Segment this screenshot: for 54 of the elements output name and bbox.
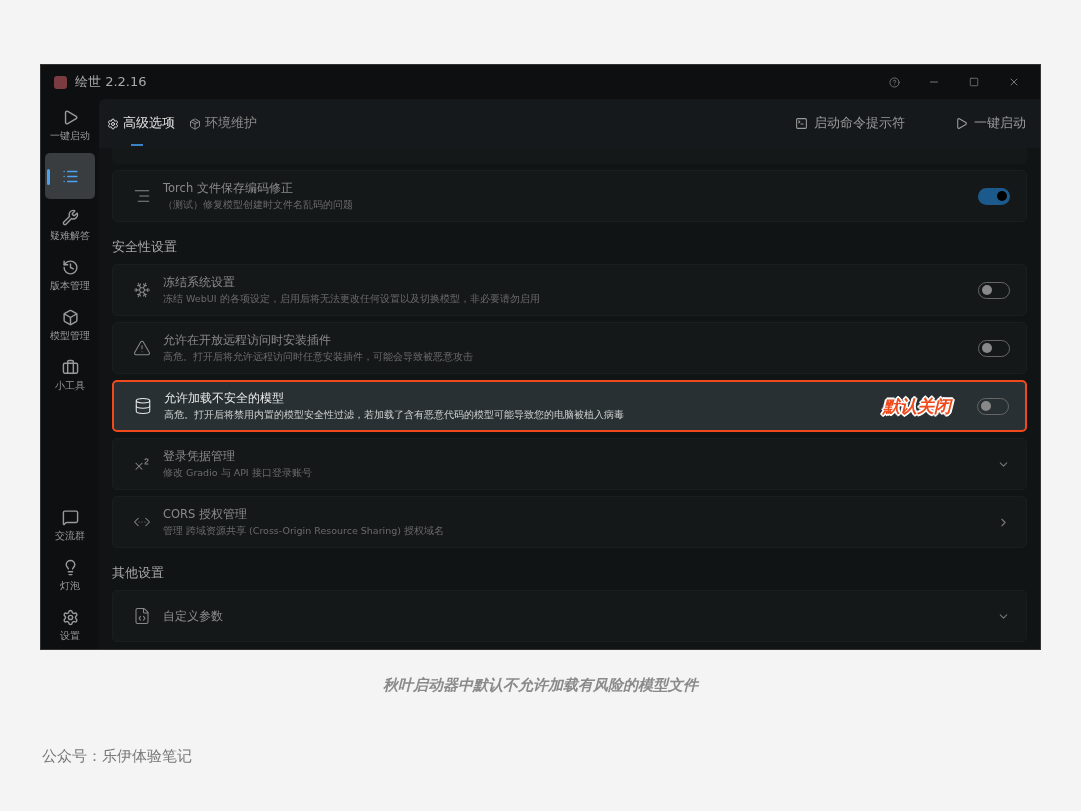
header-action-button[interactable]: 启动命令提示符 (789, 114, 911, 133)
warning-icon (133, 339, 151, 357)
selection-indicator (47, 169, 50, 185)
setting-title: CORS 授权管理 (163, 506, 249, 522)
tab-icon (189, 117, 201, 130)
play-icon (955, 117, 968, 130)
sidebar-item[interactable]: 版本管理 (45, 253, 95, 299)
nav-icon (61, 609, 79, 626)
sidebar-item[interactable]: 交流群 (45, 503, 95, 549)
setting-description: （测试）修复模型创建时文件名乱码的问题 (163, 198, 354, 212)
close-icon[interactable] (1008, 76, 1020, 88)
nav-icon (61, 359, 79, 376)
sidebar-item[interactable]: 小工具 (45, 353, 95, 399)
header-tab[interactable]: 环境维护 (189, 99, 257, 148)
sidebar-item[interactable]: 模型管理 (45, 303, 95, 349)
section-heading: 其他设置 (112, 564, 165, 582)
sidebar-item[interactable] (45, 153, 95, 199)
code-file-icon (133, 607, 151, 625)
setting-description: 高危。打开后将允许远程访问时任意安装插件，可能会导致被恶意攻击 (163, 350, 474, 364)
maximize-icon[interactable] (969, 77, 979, 87)
window-title: 绘世 2.2.16 (75, 73, 148, 91)
nav-icon (61, 509, 79, 526)
toggle-switch[interactable] (978, 187, 1010, 205)
setting-description: 修改 Gradio 与 API 接口登录账号 (163, 466, 313, 480)
figure-caption: 秋叶启动器中默认不允许加载有风险的模型文件 (383, 676, 698, 695)
setting-title: 允许加载不安全的模型 (164, 390, 285, 406)
annotation-label: 默认关闭 (883, 394, 951, 418)
nav-icon (61, 209, 79, 226)
superscript-icon (133, 455, 151, 473)
setting-description: 高危。打开后将禁用内置的模型安全性过滤，若加载了含有恶意代码的模型可能导致您的电脑被植入病毒 (164, 408, 625, 422)
nav-icon (61, 309, 79, 326)
sidebar-item[interactable]: 一键启动 (45, 103, 95, 149)
setting-title: 登录凭据管理 (163, 448, 236, 464)
setting-title: Torch 文件保存编码修正 (163, 180, 294, 196)
setting-title: 冻结系统设置 (163, 274, 236, 290)
database-warning-icon (134, 397, 152, 415)
setting-title: 允许在开放远程访问时安装插件 (163, 332, 332, 348)
header-tab[interactable]: 高级选项 (107, 99, 175, 148)
tab-icon (107, 117, 119, 130)
setting-description: 管理 跨域资源共享 (Cross-Origin Resource Sharing) 授权域名 (163, 524, 445, 538)
header-action-button[interactable]: 一键启动 (949, 114, 1032, 133)
help-icon[interactable] (888, 76, 900, 88)
app-logo-icon (54, 75, 67, 89)
text-lines-icon (133, 187, 151, 205)
setting-title: 自定义参数 (163, 608, 224, 624)
sidebar-item[interactable]: 疑难解答 (45, 203, 95, 249)
nav-icon (61, 259, 79, 276)
sidebar-item[interactable]: 设置 (45, 603, 95, 649)
terminal-icon (795, 117, 808, 130)
author-credit: 公众号：乐伊体验笔记 (42, 747, 192, 766)
sidebar-item[interactable]: 灯泡 (45, 553, 95, 599)
snowflake-icon (133, 281, 151, 299)
section-heading: 安全性设置 (112, 238, 178, 256)
setting-description: 冻结 WebUI 的各项设定，启用后将无法更改任何设置以及切换模型，非必要请勿启用 (163, 292, 541, 306)
